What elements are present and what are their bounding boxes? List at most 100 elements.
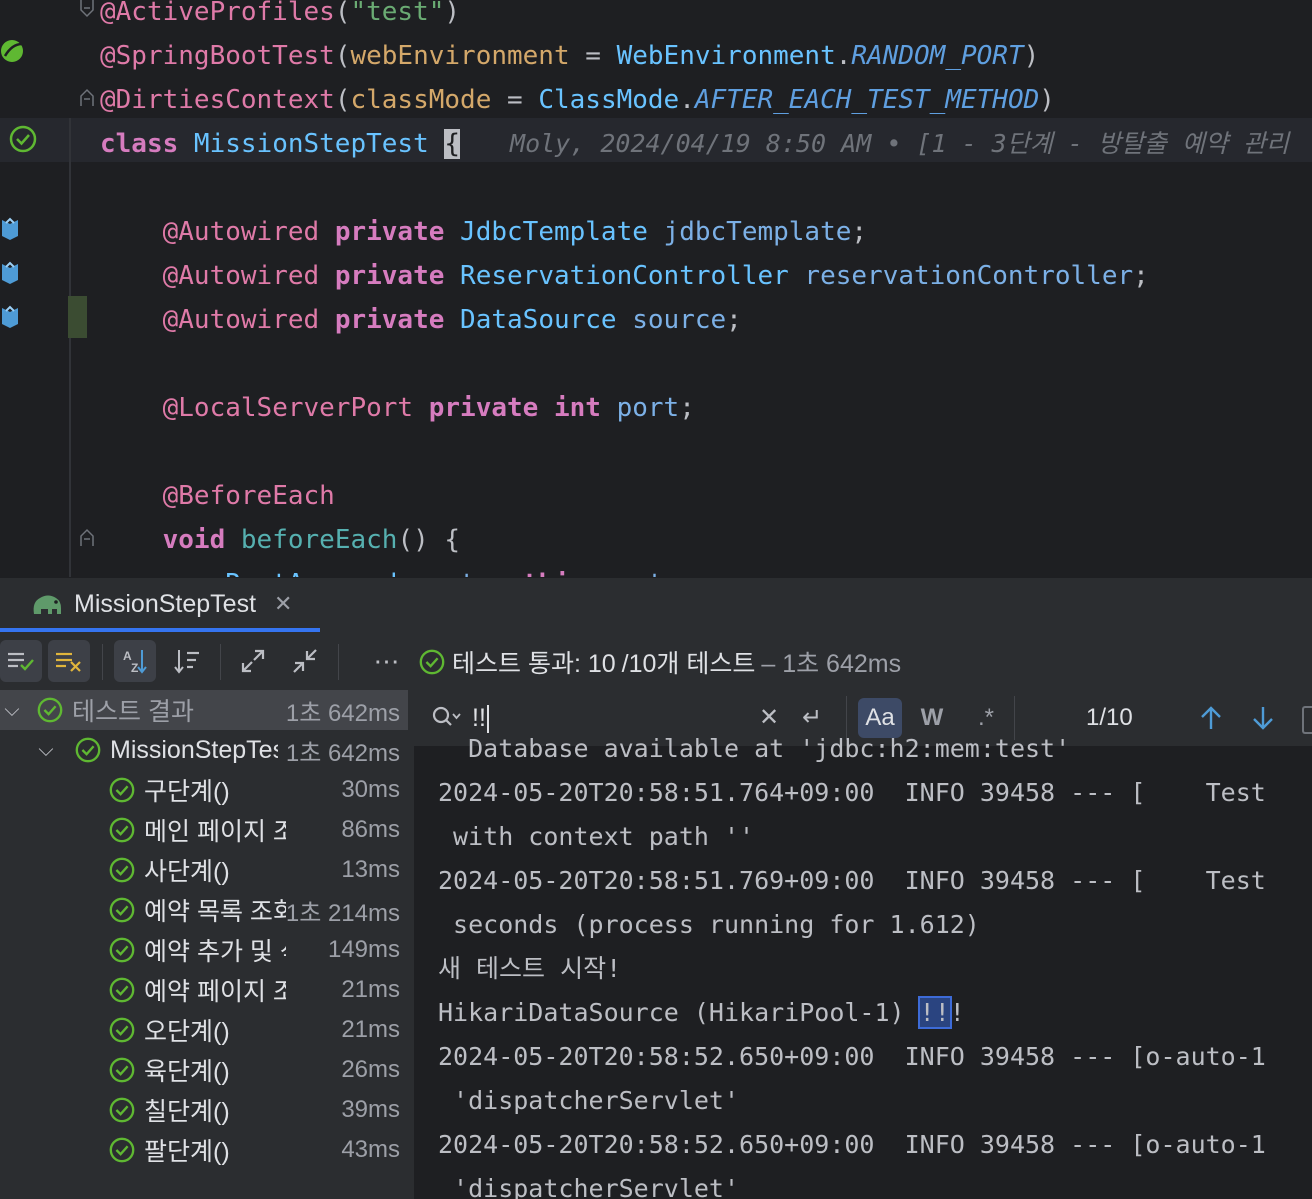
code-line[interactable]: class MissionStepTest {Moly, 2024/04/19 …: [100, 122, 1289, 166]
passed-count: 테스트 통과: 10: [452, 650, 616, 678]
test-row[interactable]: 메인 페이지 조회 86ms: [0, 810, 408, 850]
tree-root-label: 테스트 결과: [72, 698, 194, 726]
spring-leaf-icon[interactable]: [0, 36, 30, 66]
code-token: RANDOM_PORT: [851, 41, 1024, 71]
code-token: {: [444, 129, 461, 159]
show-passed-button[interactable]: [0, 640, 42, 682]
passed-check-icon: [109, 937, 135, 963]
match-count: 1/10: [1086, 704, 1133, 731]
code-token: ;: [1133, 261, 1149, 291]
code-token: @Autowired: [162, 305, 335, 335]
fold-start-icon[interactable]: [80, 528, 94, 546]
code-token: @ActiveProfiles: [100, 0, 335, 27]
console-output[interactable]: !! ✕ ↵ Aa W .* 1/10 Database available a…: [414, 690, 1312, 1199]
arrow-down-icon[interactable]: [1250, 704, 1276, 732]
autowired-bean-icon[interactable]: [0, 258, 30, 288]
code-token: ;: [726, 305, 742, 335]
autowired-bean-icon[interactable]: [0, 214, 30, 244]
run-tool-window: MissionStepTest ✕ AZ ⋯ 테스트 통과: 10 /10개 테…: [0, 577, 1312, 1199]
passed-check-icon: [75, 737, 101, 763]
test-row[interactable]: 예약 페이지 조회 21ms: [0, 970, 408, 1010]
sort-by-duration-button[interactable]: [166, 640, 208, 682]
code-token: ): [1023, 41, 1040, 71]
code-line[interactable]: @Autowired private DataSource source;: [100, 298, 742, 342]
fold-start-icon[interactable]: [80, 88, 94, 106]
chevron-down-icon[interactable]: ⌵: [36, 739, 56, 762]
test-row[interactable]: 칠단계() 39ms: [0, 1090, 408, 1130]
code-token: port: [413, 569, 476, 577]
sort-alphabetically-button[interactable]: AZ: [114, 640, 156, 682]
test-results-tree[interactable]: ⌵ 테스트 결과 1초 642ms ⌵ MissionStepTest 1초 6…: [0, 690, 408, 1199]
total-duration: – 1초 642ms: [761, 650, 902, 678]
expand-all-button[interactable]: [232, 640, 274, 682]
console-text: Database available at 'jdbc:h2:mem:test'…: [414, 734, 1312, 1199]
code-token: port: [616, 393, 680, 423]
passed-check-icon: [109, 817, 135, 843]
test-name: 오단계(): [144, 1018, 230, 1046]
collapse-all-button[interactable]: [284, 640, 326, 682]
test-row[interactable]: 구단계() 30ms: [0, 770, 408, 810]
code-line[interactable]: @SpringBootTest(webEnvironment = WebEnvi…: [100, 34, 1039, 78]
code-line[interactable]: @Autowired private ReservationController…: [100, 254, 1149, 298]
code-line[interactable]: RestAssured.port = this.port;: [100, 562, 679, 577]
total-count: /10개 테스트: [621, 650, 756, 678]
code-token: @Autowired: [162, 217, 335, 247]
code-editor[interactable]: @ActiveProfiles("test") @SpringBootTest(w…: [0, 0, 1312, 577]
code-token: ReservationController: [460, 261, 805, 291]
show-ignored-button[interactable]: [48, 640, 90, 682]
code-token: private int: [428, 393, 617, 423]
test-row[interactable]: 사단계() 13ms: [0, 850, 408, 890]
test-row[interactable]: 육단계() 26ms: [0, 1050, 408, 1090]
passed-check-icon: [109, 857, 135, 883]
code-line[interactable]: @LocalServerPort private int port;: [100, 386, 695, 430]
more-options-button[interactable]: ⋯: [366, 640, 408, 682]
run-tab[interactable]: MissionStepTest ✕: [30, 578, 292, 630]
fold-end-icon[interactable]: [80, 0, 94, 18]
code-token: WebEnvironment: [616, 41, 836, 71]
test-row[interactable]: 오단계() 21ms: [0, 1010, 408, 1050]
code-token: jdbcTemplate: [663, 217, 852, 247]
test-duration: 30ms: [341, 776, 400, 803]
code-line[interactable]: @BeforeEach: [100, 474, 335, 518]
passed-check-icon: [109, 1137, 135, 1163]
console-line: 새 테스트 시작!: [438, 954, 622, 983]
passed-check-icon: [109, 777, 135, 803]
code-token: source: [632, 305, 727, 335]
passed-check-icon: [109, 1097, 135, 1123]
test-row[interactable]: 예약 추가 및 삭제 149ms: [0, 930, 408, 970]
expand-icon: [241, 649, 265, 673]
more-icon: ⋯: [373, 645, 401, 676]
test-row[interactable]: 예약 목록 조회 1초 214ms: [0, 890, 408, 930]
code-token: MissionStepTest: [193, 129, 445, 159]
filter-icon[interactable]: [1302, 706, 1312, 734]
code-token: ClassMode: [538, 85, 680, 115]
test-duration: 1초 214ms: [285, 899, 400, 927]
code-token: =: [569, 41, 617, 71]
code-line[interactable]: @DirtiesContext(classMode = ClassMode.AF…: [100, 78, 1055, 122]
chevron-down-icon[interactable]: ⌵: [2, 699, 22, 722]
vcs-change-marker[interactable]: [68, 296, 87, 338]
arrow-up-icon[interactable]: [1198, 704, 1224, 732]
test-passed-run-icon[interactable]: [8, 124, 38, 154]
show-ignored-icon: [56, 652, 81, 672]
tree-suite-time: 1초 642ms: [285, 739, 400, 767]
code-line[interactable]: @Autowired private JdbcTemplate jdbcTemp…: [100, 210, 867, 254]
test-name: 예약 페이지 조회: [144, 978, 286, 1006]
console-text-segment: HikariDataSource (HikariPool-1): [438, 998, 920, 1027]
code-token: reservationController: [804, 261, 1134, 291]
code-line[interactable]: @ActiveProfiles("test"): [100, 0, 460, 34]
tree-suite-row[interactable]: ⌵ MissionStepTest 1초 642ms: [0, 730, 408, 770]
autowired-bean-icon[interactable]: [0, 302, 30, 332]
test-row[interactable]: 팔단계() 43ms: [0, 1130, 408, 1170]
close-tab-icon[interactable]: ✕: [274, 591, 292, 617]
code-token: ): [1039, 85, 1055, 115]
console-line: with context path '': [438, 822, 755, 851]
code-line[interactable]: void beforeEach() {: [100, 518, 460, 562]
git-blame-inlay[interactable]: Moly, 2024/04/19 8:50 AM • [1 - 3단계 - 방탈…: [510, 129, 1289, 158]
test-name: 칠단계(): [144, 1098, 230, 1126]
tree-root-row[interactable]: ⌵ 테스트 결과 1초 642ms: [0, 690, 408, 730]
console-line: 'dispatcherServlet': [438, 1086, 740, 1115]
